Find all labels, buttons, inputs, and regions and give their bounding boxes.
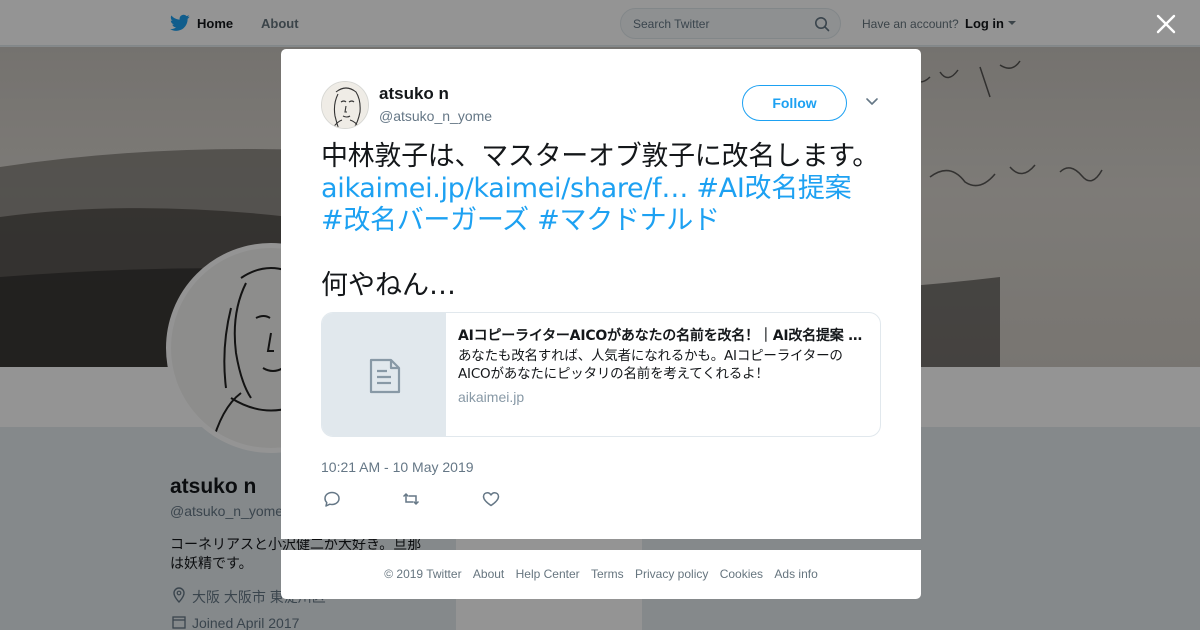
- avatar-drawing-icon: [322, 82, 368, 128]
- hashtag-link[interactable]: #マクドナルド: [537, 205, 720, 236]
- link-preview-card[interactable]: AIコピーライターAICOがあなたの名前を改名！｜AI改名提案 … あなたも改名…: [321, 312, 881, 437]
- footer-privacy-link[interactable]: Privacy policy: [635, 567, 708, 581]
- close-icon[interactable]: [1155, 13, 1177, 35]
- hashtag-link[interactable]: #改名バーガーズ: [321, 205, 529, 236]
- footer-copyright: © 2019 Twitter: [384, 567, 462, 581]
- tweet-author-name[interactable]: atsuko n: [379, 84, 449, 104]
- heart-icon[interactable]: [482, 490, 500, 508]
- card-thumbnail: [322, 313, 446, 436]
- modal-footer: © 2019 Twitter About Help Center Terms P…: [281, 550, 921, 599]
- document-icon: [369, 358, 401, 394]
- tweet-timestamp[interactable]: 10:21 AM - 10 May 2019: [321, 459, 474, 475]
- tweet-text-second-paragraph: 何やねん…: [321, 270, 456, 301]
- tweet-author-handle[interactable]: @atsuko_n_yome: [379, 108, 492, 124]
- tweet-text: 中林敦子は、マスターオブ敦子に改名します。 aikaimei.jp/kaimei…: [321, 141, 881, 237]
- footer-terms-link[interactable]: Terms: [591, 567, 624, 581]
- follow-button[interactable]: Follow: [742, 85, 847, 121]
- card-description: あなたも改名すれば、人気者になれるかも。AIコピーライターのAICOがあなたにピ…: [458, 348, 843, 382]
- tweet-author-avatar[interactable]: [321, 81, 369, 129]
- chevron-down-icon[interactable]: [865, 97, 879, 107]
- card-title: AIコピーライターAICOがあなたの名前を改名！｜AI改名提案 …: [458, 328, 863, 344]
- footer-cookies-link[interactable]: Cookies: [720, 567, 763, 581]
- footer-help-center-link[interactable]: Help Center: [516, 567, 580, 581]
- card-domain: aikaimei.jp: [458, 389, 525, 405]
- tweet-link[interactable]: aikaimei.jp/kaimei/share/f…: [321, 173, 688, 204]
- reply-icon[interactable]: [323, 490, 341, 508]
- footer-ads-info-link[interactable]: Ads info: [774, 567, 817, 581]
- tweet-text-body: 中林敦子は、マスターオブ敦子に改名します。: [321, 141, 879, 172]
- footer-about-link[interactable]: About: [473, 567, 504, 581]
- tweet-modal: atsuko n @atsuko_n_yome Follow 中林敦子は、マスタ…: [281, 49, 921, 539]
- hashtag-link[interactable]: #AI改名提案: [696, 173, 851, 204]
- retweet-icon[interactable]: [402, 490, 420, 508]
